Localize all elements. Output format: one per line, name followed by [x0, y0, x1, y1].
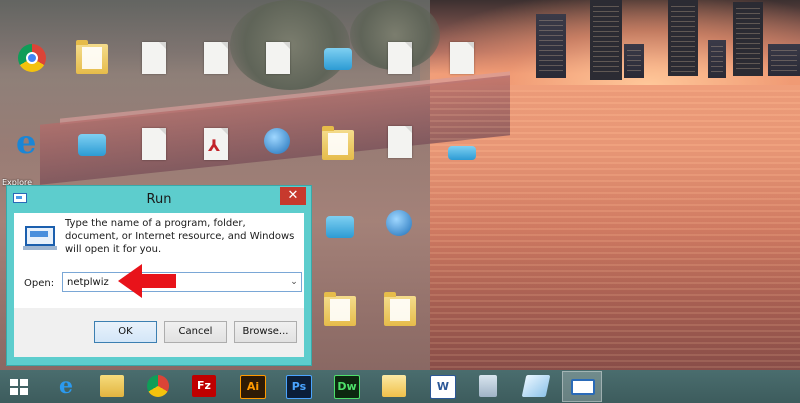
- wallpaper-building: [668, 0, 698, 76]
- file-shortcut[interactable]: [134, 128, 174, 170]
- taskbar: e Fz Ai Ps Dw W: [0, 370, 800, 403]
- filezilla-icon: Fz: [192, 375, 216, 397]
- taskbar-internet-explorer[interactable]: e: [46, 371, 86, 402]
- file-shortcut[interactable]: [442, 42, 482, 84]
- file-icon: [142, 42, 166, 74]
- internet-explorer-shortcut[interactable]: e Explore: [2, 123, 52, 187]
- file-shortcut[interactable]: [72, 40, 112, 82]
- wallpaper-building: [624, 44, 644, 78]
- file-icon: [388, 126, 412, 158]
- cancel-button[interactable]: Cancel: [164, 321, 227, 343]
- folder-shortcut[interactable]: [318, 126, 358, 168]
- file-shortcut[interactable]: [320, 210, 360, 252]
- run-program-icon: [23, 226, 57, 250]
- photoshop-icon: Ps: [286, 375, 312, 399]
- browse-button[interactable]: Browse...: [234, 321, 297, 343]
- run-titlebar[interactable]: Run ✕: [7, 186, 311, 213]
- run-description: Type the name of a program, folder, docu…: [65, 218, 295, 255]
- file-shortcut[interactable]: [380, 42, 420, 84]
- taskbar-adobe-dreamweaver[interactable]: Dw: [326, 371, 366, 402]
- folder-shortcut[interactable]: [380, 292, 420, 334]
- file-shortcut[interactable]: [258, 42, 298, 84]
- file-icon: [450, 42, 474, 74]
- taskbar-filezilla[interactable]: Fz: [184, 371, 224, 402]
- folder-icon: [76, 40, 108, 74]
- folder-icon: [322, 126, 354, 160]
- file-shortcut[interactable]: [380, 126, 420, 168]
- folder-icon: [384, 292, 416, 326]
- notes-icon: [521, 375, 551, 397]
- folder-icon: [324, 292, 356, 326]
- run-button-bar: OK Cancel Browse...: [14, 308, 304, 357]
- taskbar-adobe-photoshop[interactable]: Ps: [278, 371, 318, 402]
- file-shortcut[interactable]: [72, 128, 112, 170]
- chrome-icon: [147, 375, 169, 397]
- ie-icon: e: [16, 123, 37, 161]
- globe-file-icon: [264, 128, 290, 154]
- word-icon: W: [430, 375, 456, 399]
- red-arrow-annotation: [118, 264, 176, 298]
- calculator-icon: [479, 375, 497, 397]
- wallpaper-building: [708, 40, 726, 78]
- taskbar-microsoft-word[interactable]: W: [422, 371, 462, 402]
- windows-logo-icon: [10, 379, 28, 395]
- file-icon: [388, 42, 412, 74]
- arrow-shape: [118, 264, 176, 298]
- cloud-file-icon: [326, 216, 354, 238]
- wallpaper-building: [536, 14, 566, 78]
- cloud-file-icon: [448, 146, 476, 160]
- ok-button[interactable]: OK: [94, 321, 157, 343]
- pdf-shortcut[interactable]: ⅄: [196, 128, 236, 170]
- run-icon: [571, 379, 595, 395]
- file-icon: [142, 128, 166, 160]
- run-title: Run: [146, 192, 172, 207]
- wallpaper-building: [733, 2, 763, 76]
- file-icon: [204, 42, 228, 74]
- outlook-icon: [382, 375, 406, 397]
- pdf-icon: ⅄: [208, 136, 221, 155]
- file-icon: [266, 42, 290, 74]
- taskbar-outlook[interactable]: [374, 371, 414, 402]
- taskbar-adobe-illustrator[interactable]: Ai: [232, 371, 272, 402]
- open-label: Open:: [24, 278, 55, 289]
- file-shortcut[interactable]: [442, 140, 482, 182]
- open-input[interactable]: [62, 272, 302, 292]
- wallpaper-building: [590, 0, 622, 80]
- ie-icon: e: [59, 373, 73, 399]
- file-shortcut[interactable]: [318, 42, 358, 84]
- cloud-file-icon: [78, 134, 106, 156]
- chevron-down-icon[interactable]: ⌄: [287, 273, 301, 291]
- folder-shortcut[interactable]: [320, 292, 360, 334]
- taskbar-google-chrome[interactable]: [138, 371, 178, 402]
- cloud-file-icon: [324, 48, 352, 70]
- globe-file-icon: [386, 210, 412, 236]
- taskbar-calculator[interactable]: [468, 371, 508, 402]
- dreamweaver-icon: Dw: [334, 375, 360, 399]
- taskbar-run[interactable]: [562, 371, 602, 402]
- folder-icon: [100, 375, 124, 397]
- wallpaper-water: [430, 90, 800, 370]
- wallpaper-building: [768, 44, 800, 76]
- file-shortcut[interactable]: [258, 126, 298, 168]
- file-shortcut[interactable]: [134, 42, 174, 84]
- file-shortcut[interactable]: [380, 208, 420, 250]
- file-shortcut[interactable]: [196, 42, 236, 84]
- taskbar-notes[interactable]: [516, 371, 556, 402]
- chrome-icon: [18, 44, 46, 72]
- chrome-shortcut[interactable]: [12, 42, 52, 84]
- illustrator-icon: Ai: [240, 375, 266, 399]
- taskbar-file-explorer[interactable]: [92, 371, 132, 402]
- close-button[interactable]: ✕: [280, 187, 306, 205]
- start-button[interactable]: [0, 371, 40, 402]
